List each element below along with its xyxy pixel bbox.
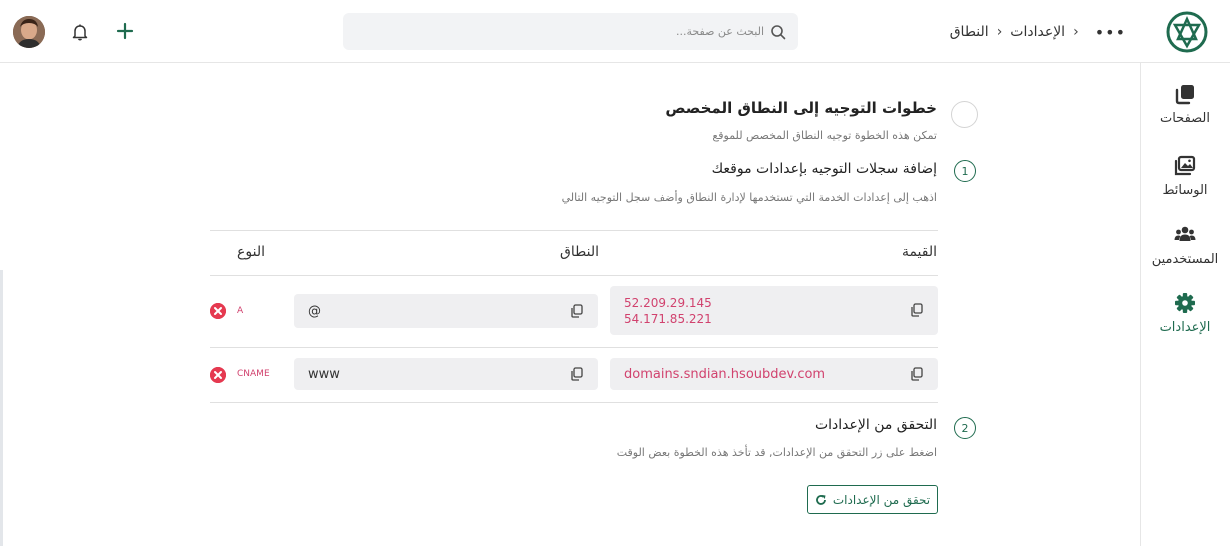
record-type: CNAME [237, 369, 270, 379]
add-icon[interactable] [115, 21, 135, 41]
table-divider [210, 275, 938, 276]
chevron-left-icon: › [996, 24, 1003, 40]
record-value: domains.sndian.hsoubdev.com [624, 366, 826, 382]
avatar[interactable] [13, 16, 45, 48]
record-domain: @ [308, 303, 321, 319]
breadcrumb-settings[interactable]: الإعدادات [1010, 24, 1065, 40]
record-value-line: 52.209.29.145 [624, 295, 712, 310]
table-divider [210, 402, 938, 403]
more-icon[interactable]: ••• [1095, 23, 1126, 42]
media-icon [1174, 155, 1196, 176]
top-bar: ••• › الإعدادات › النطاق [0, 0, 1230, 63]
delete-record-button[interactable] [210, 303, 226, 319]
verify-settings-label: تحقق من الإعدادات [832, 492, 931, 507]
record-value: 52.209.29.145 54.171.85.221 [624, 286, 712, 335]
step-2-title: التحقق من الإعدادات [814, 417, 937, 433]
refresh-icon [816, 494, 826, 505]
sidebar-item-media[interactable]: الوسائط [1140, 155, 1230, 198]
intro-step-circle [951, 101, 978, 128]
breadcrumb: ••• › الإعدادات › النطاق [950, 20, 1126, 44]
search-box[interactable] [343, 13, 798, 50]
copy-icon[interactable] [570, 367, 584, 381]
main-content: خطوات التوجيه إلى النطاق المخصص تمكن هذه… [0, 63, 1140, 546]
sidebar-item-label: الإعدادات [1159, 320, 1211, 335]
sidebar-item-label: المستخدمين [1151, 252, 1219, 267]
record-domain-field[interactable]: @ [294, 294, 598, 328]
delete-record-button[interactable] [210, 367, 226, 383]
bell-icon[interactable] [70, 22, 90, 42]
record-domain-field[interactable]: www [294, 358, 598, 390]
step-2-number: 2 [954, 417, 976, 439]
step-1-subtitle: اذهب إلى إعدادات الخدمة التي تستخدمها لإ… [561, 191, 937, 204]
sidebar: الصفحات الوسائط المستخدمين الإعدادات [1140, 63, 1230, 546]
gear-icon [1175, 293, 1195, 313]
record-value-field[interactable]: 52.209.29.145 54.171.85.221 [610, 286, 938, 335]
record-value-line: 54.171.85.221 [624, 311, 712, 326]
sidebar-item-label: الصفحات [1159, 111, 1210, 126]
users-icon [1174, 226, 1196, 241]
record-domain: www [308, 366, 340, 382]
step-2-subtitle: اضغط على زر التحقق من الإعدادات, قد تأخذ… [616, 446, 937, 459]
step-1-title: إضافة سجلات التوجيه بإعدادات موقعك [711, 161, 937, 177]
table-divider [210, 347, 938, 348]
sidebar-item-label: الوسائط [1162, 183, 1208, 198]
sidebar-item-users[interactable]: المستخدمين [1140, 224, 1230, 267]
copy-icon[interactable] [570, 304, 584, 318]
copy-icon[interactable] [910, 367, 924, 381]
logo-icon[interactable] [1166, 11, 1208, 53]
verify-settings-button[interactable]: تحقق من الإعدادات [807, 485, 938, 514]
search-icon [771, 25, 786, 40]
record-value-field[interactable]: domains.sndian.hsoubdev.com [610, 358, 938, 390]
close-icon [210, 303, 226, 319]
column-header-domain: النطاق [560, 244, 599, 260]
close-icon [210, 367, 226, 383]
sidebar-item-pages[interactable]: الصفحات [1140, 83, 1230, 126]
intro-subtitle: تمكن هذه الخطوة توجيه النطاق المخصص للمو… [712, 129, 937, 142]
column-header-type: النوع [237, 244, 265, 260]
table-divider [210, 230, 938, 231]
chevron-left-icon: › [1073, 24, 1079, 40]
breadcrumb-domain: النطاق [949, 24, 989, 40]
record-type: A [237, 306, 244, 316]
sidebar-item-settings[interactable]: الإعدادات [1140, 292, 1230, 335]
search-input[interactable] [364, 13, 764, 50]
column-header-value: القيمة [901, 244, 937, 260]
page-title: خطوات التوجيه إلى النطاق المخصص [665, 99, 937, 117]
copy-icon[interactable] [910, 303, 924, 317]
step-1-number: 1 [954, 160, 976, 182]
pages-icon [1175, 85, 1194, 105]
